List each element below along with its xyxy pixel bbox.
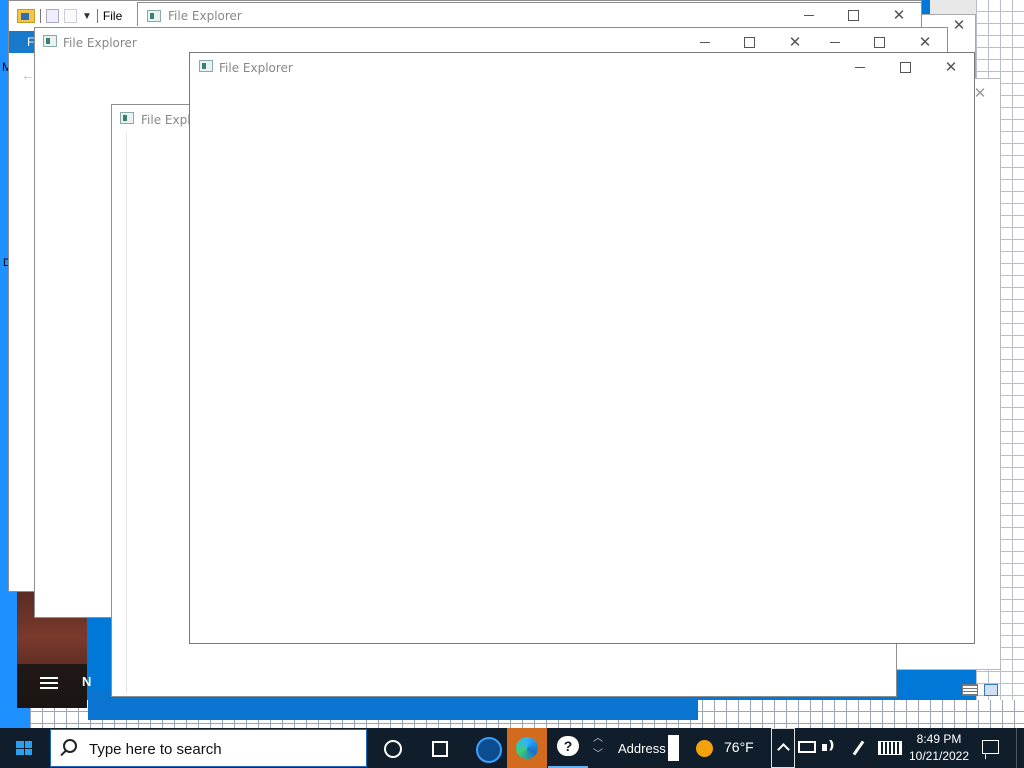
maximize-button[interactable] <box>843 5 863 25</box>
file-explorer-window[interactable]: File Explorer ✕ <box>137 2 922 31</box>
background-window-edge <box>930 0 976 14</box>
separator <box>96 9 98 23</box>
quick-access-toolbar: ▼ File <box>17 5 122 27</box>
close-button[interactable]: ✕ <box>785 32 805 52</box>
close-button[interactable]: ✕ <box>889 5 909 25</box>
folder-icon[interactable] <box>17 9 35 23</box>
title-bar[interactable]: File Explorer ✕ <box>190 53 974 81</box>
customize-toolbar-icon[interactable]: ▼ <box>82 11 92 22</box>
menu-icon[interactable] <box>40 677 58 689</box>
volume-icon[interactable] <box>822 739 840 756</box>
pen-icon[interactable] <box>850 740 868 756</box>
window-title: File Explorer <box>168 9 242 23</box>
notifications-icon[interactable] <box>982 740 999 754</box>
file-explorer-window-active[interactable]: File Explorer ✕ <box>189 52 975 644</box>
clock[interactable]: 8:49 PM 10/21/2022 <box>906 731 972 765</box>
maximize-button[interactable] <box>869 32 889 52</box>
windows-logo-icon <box>16 741 32 755</box>
minimize-button[interactable] <box>695 32 715 52</box>
large-icons-view-icon[interactable] <box>984 684 998 696</box>
new-folder-icon[interactable] <box>64 9 77 23</box>
back-arrow-icon[interactable]: ← <box>21 67 35 83</box>
address-input[interactable] <box>668 735 679 761</box>
navigation-pane-divider <box>126 133 127 693</box>
close-button[interactable]: ✕ <box>949 15 969 35</box>
taskbar: Type here to search ︿﹀ Address 76°F 8:49… <box>0 728 1024 768</box>
explorer-app-icon <box>199 60 213 72</box>
network-icon[interactable] <box>798 741 816 753</box>
clock-time: 8:49 PM <box>916 732 962 746</box>
view-switcher <box>962 684 998 696</box>
explorer-app-icon <box>120 112 134 124</box>
show-desktop-button[interactable] <box>1016 728 1024 768</box>
minimize-button[interactable] <box>799 5 819 25</box>
pinned-app-button[interactable] <box>467 728 507 768</box>
details-view-icon[interactable] <box>962 684 978 696</box>
cortana-button[interactable] <box>371 728 411 768</box>
weather-sun-icon[interactable] <box>696 740 713 757</box>
explorer-app-icon <box>43 35 57 47</box>
window-title: File Explorer <box>63 36 137 50</box>
taskbar-scroll-arrows[interactable]: ︿ ﹀ <box>591 731 605 763</box>
minimize-button[interactable] <box>850 57 870 77</box>
minimize-button[interactable] <box>825 32 845 52</box>
edge-button[interactable] <box>507 728 547 768</box>
file-tab[interactable]: File <box>103 9 122 23</box>
start-button[interactable] <box>0 728 48 768</box>
search-box[interactable]: Type here to search <box>50 729 367 767</box>
maximize-button[interactable] <box>739 32 759 52</box>
get-help-button[interactable] <box>548 728 588 768</box>
keyboard-icon[interactable] <box>878 741 902 755</box>
clock-date: 10/21/2022 <box>908 749 970 763</box>
weather-temperature[interactable]: 76°F <box>724 739 754 755</box>
address-toolbar-label: Address <box>618 741 666 756</box>
search-placeholder: Type here to search <box>89 741 222 758</box>
window-title: File Explorer <box>219 61 293 75</box>
close-button[interactable]: ✕ <box>941 57 961 77</box>
search-icon <box>63 739 77 753</box>
close-button[interactable]: ✕ <box>915 32 935 52</box>
explorer-app-icon <box>147 10 161 22</box>
side-letter: N <box>82 674 92 689</box>
show-hidden-icons-button[interactable] <box>771 728 795 768</box>
separator <box>40 9 41 23</box>
properties-icon[interactable] <box>46 9 59 23</box>
maximize-button[interactable] <box>895 57 915 77</box>
task-view-button[interactable] <box>419 728 459 768</box>
